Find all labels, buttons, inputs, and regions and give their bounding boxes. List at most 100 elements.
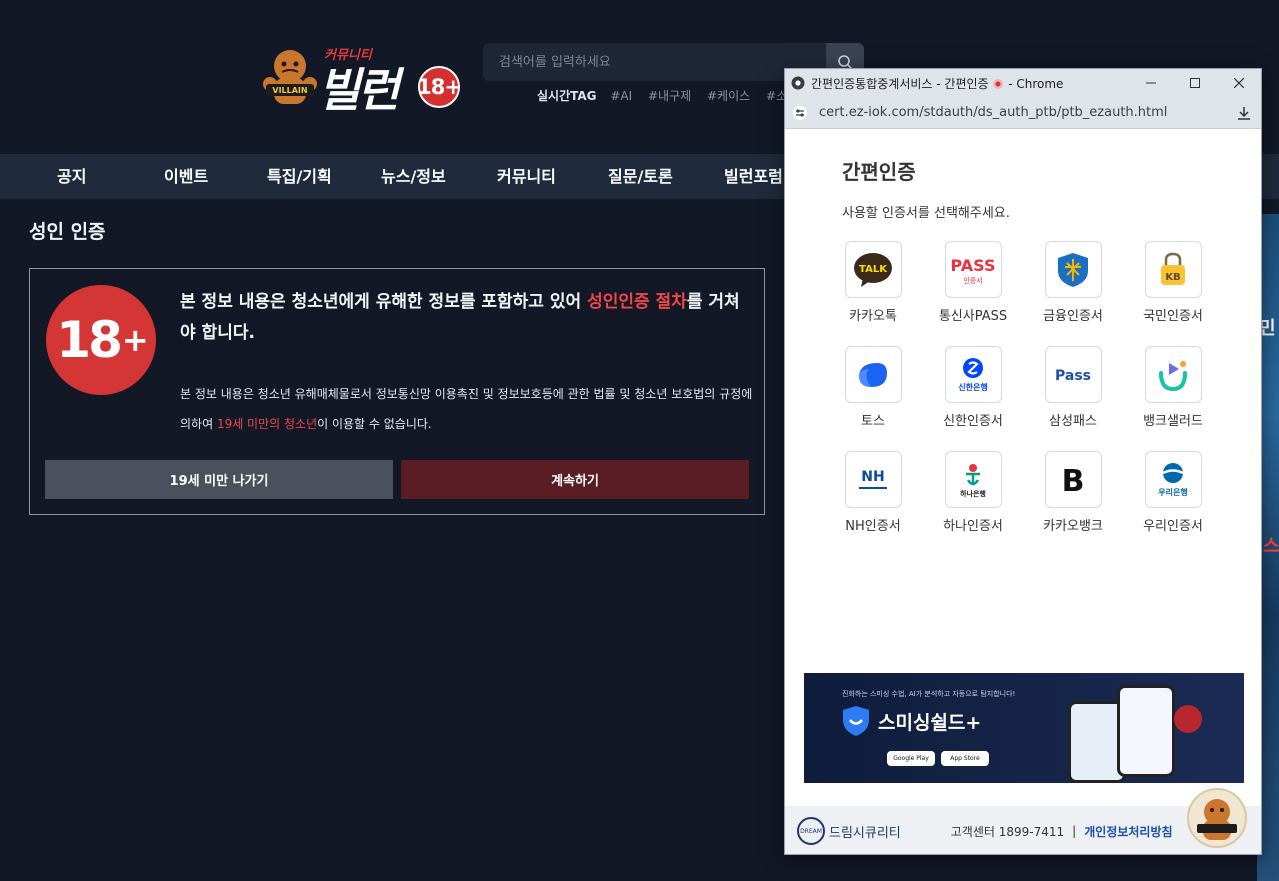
headline-highlight: 성인인증 절차	[587, 292, 687, 312]
cert-label: 토스	[861, 414, 885, 429]
phone-mockup	[1117, 685, 1175, 777]
tag-link[interactable]: #케이스	[707, 89, 750, 103]
shinhan-mark: 신한은행	[958, 382, 987, 392]
google-play-badge[interactable]: Google Play	[887, 751, 935, 766]
download-icon	[1238, 106, 1250, 120]
pass-mark-sub: 인증서	[963, 276, 982, 285]
cert-option-pass[interactable]: PASS 인증서 통신사PASS	[928, 241, 1018, 324]
brand-18-badge: 18+	[417, 66, 462, 108]
nav-item-event[interactable]: 이벤트	[164, 154, 208, 199]
samsung-pass-mark: Pass	[1055, 368, 1091, 384]
leave-under-19-button[interactable]: 19세 미만 나가기	[45, 460, 393, 499]
cert-option-financial[interactable]: 금융인증서	[1028, 241, 1118, 324]
pass-icon: PASS 인증서	[944, 241, 1002, 298]
nav-item-feature[interactable]: 특집/기획	[267, 154, 332, 199]
brand-name: 빌런	[318, 63, 400, 117]
dreamsecurity-logo: DREAM 드림시큐리티	[797, 817, 901, 845]
notice-text-end: 이 이용할 수 없습니다.	[317, 417, 432, 431]
verification-notice: 본 정보 내용은 청소년 유해매체물로서 정보통신망 이용촉진 및 정보보호등에…	[180, 379, 755, 439]
cert-option-woori[interactable]: 우리은행 우리인증서	[1128, 451, 1218, 534]
privacy-policy-link[interactable]: 개인정보처리방침	[1084, 823, 1172, 840]
gingerbread-mascot-icon: VILLAIN	[263, 50, 317, 104]
cert-label: 신한인증서	[943, 414, 1003, 429]
cert-option-hana[interactable]: 하나은행 하나인증서	[928, 451, 1018, 534]
banksalad-icon	[1144, 346, 1202, 403]
toss-icon	[844, 346, 902, 403]
browser-name: - Chrome	[1008, 76, 1064, 91]
mascot-label: VILLAIN	[272, 86, 307, 95]
side-banner-text: 스	[1263, 536, 1279, 557]
headline-text: 본 정보 내용은 청소년에게 유해한 정보를 포함하고 있어	[180, 292, 588, 312]
notice-highlight: 19세 미만의 청소년	[216, 417, 318, 431]
realtime-tag-title: 실시간TAG	[537, 89, 597, 103]
cert-option-toss[interactable]: 토스	[828, 346, 918, 429]
smishing-shield-banner[interactable]: 진화하는 스미싱 수법, AI가 분석하고 자동으로 탐지합니다! 스미싱쉴드+…	[804, 673, 1244, 783]
app-store-badge[interactable]: App Store	[941, 751, 989, 766]
chrome-icon	[791, 76, 805, 90]
woori-mark: 우리은행	[1158, 487, 1187, 497]
kakaobank-mark: B	[1062, 464, 1085, 497]
floating-mascot-button[interactable]	[1187, 788, 1247, 848]
recording-icon	[993, 78, 1004, 89]
window-title-text: 간편인증통합중계서비스 - 간편인증	[811, 76, 989, 91]
footer-separator: |	[1072, 824, 1077, 838]
close-icon	[1234, 78, 1244, 88]
age-18-badge: 18 +	[46, 285, 156, 395]
cert-label: 우리인증서	[1143, 519, 1203, 534]
nh-mark: NH	[861, 469, 884, 485]
cert-label: 금융인증서	[1043, 309, 1103, 324]
cert-option-kakaobank[interactable]: B 카카오뱅크	[1028, 451, 1118, 534]
cert-option-banksalad[interactable]: 뱅크샐러드	[1128, 346, 1218, 429]
virus-illustration	[1174, 705, 1202, 733]
cert-option-shinhan[interactable]: 신한은행 신한인증서	[928, 346, 1018, 429]
nav-item-community[interactable]: 커뮤니티	[497, 154, 556, 199]
popup-content: 간편인증 사용할 인증서를 선택해주세요. TALK 카카오톡 PASS 인증서 …	[785, 129, 1261, 854]
cert-option-kb[interactable]: KB 국민인증서	[1128, 241, 1218, 324]
nav-item-news[interactable]: 뉴스/정보	[381, 154, 446, 199]
minimize-icon	[1146, 82, 1156, 84]
kakaotalk-mark: TALK	[859, 264, 888, 275]
cert-label: 통신사PASS	[938, 309, 1008, 324]
maximize-button[interactable]	[1173, 69, 1217, 97]
shinhan-icon: 신한은행	[944, 346, 1002, 403]
tag-link[interactable]: #내구제	[648, 89, 691, 103]
dreamsecurity-logo-icon: DREAM	[797, 817, 825, 845]
auth-popup-window: 간편인증통합중계서비스 - 간편인증 - Chrome cert.ez-iok.…	[784, 68, 1262, 855]
cert-option-samsung-pass[interactable]: Pass 삼성패스	[1028, 346, 1118, 429]
customer-center: 고객센터 1899-7411	[950, 824, 1065, 839]
site-info-button[interactable]	[785, 105, 815, 121]
banner-tagline: 진화하는 스미싱 수법, AI가 분석하고 자동으로 탐지합니다!	[842, 690, 1016, 698]
minimize-button[interactable]	[1129, 69, 1173, 97]
download-button[interactable]	[1227, 105, 1261, 121]
tune-icon	[793, 105, 807, 120]
tag-link[interactable]: #AI	[610, 89, 632, 103]
pass-mark: PASS	[951, 256, 996, 275]
popup-title: 간편인증	[842, 160, 916, 184]
woori-icon: 우리은행	[1144, 451, 1202, 508]
adult-verification-box: 18 + 본 정보 내용은 청소년에게 유해한 정보를 포함하고 있어 성인인증 …	[29, 268, 765, 515]
site-logo[interactable]: VILLAIN 커뮤니티 빌런 18+	[262, 42, 462, 117]
window-title: 간편인증통합중계서비스 - 간편인증 - Chrome	[811, 75, 1129, 92]
cert-label: 뱅크샐러드	[1143, 414, 1203, 429]
age-18-plus: +	[121, 321, 149, 359]
continue-button[interactable]: 계속하기	[401, 460, 749, 499]
nav-item-notice[interactable]: 공지	[57, 154, 86, 199]
nav-item-forum[interactable]: 빌런포럼	[724, 154, 783, 199]
close-button[interactable]	[1217, 69, 1261, 97]
samsung-pass-icon: Pass	[1044, 346, 1102, 403]
nh-icon: NH	[844, 451, 902, 508]
cert-label: 하나인증서	[943, 519, 1003, 534]
realtime-tags: 실시간TAG #AI #내구제 #케이스 #소액	[537, 87, 787, 104]
financial-cert-icon	[1044, 241, 1102, 298]
kb-cert-icon: KB	[1144, 241, 1202, 298]
window-titlebar[interactable]: 간편인증통합중계서비스 - 간편인증 - Chrome	[785, 69, 1261, 97]
kb-mark: KB	[1165, 272, 1180, 283]
popup-subtitle: 사용할 인증서를 선택해주세요.	[842, 206, 1010, 221]
cert-option-nh[interactable]: NH NH인증서	[828, 451, 918, 534]
search-input[interactable]	[483, 43, 826, 81]
hana-mark: 하나은행	[960, 489, 986, 498]
url-text[interactable]: cert.ez-iok.com/stdauth/ds_auth_ptb/ptb_…	[819, 105, 1227, 120]
cert-option-kakaotalk[interactable]: TALK 카카오톡	[828, 241, 918, 324]
cert-label: 국민인증서	[1143, 309, 1203, 324]
nav-item-qna[interactable]: 질문/토론	[608, 154, 673, 199]
